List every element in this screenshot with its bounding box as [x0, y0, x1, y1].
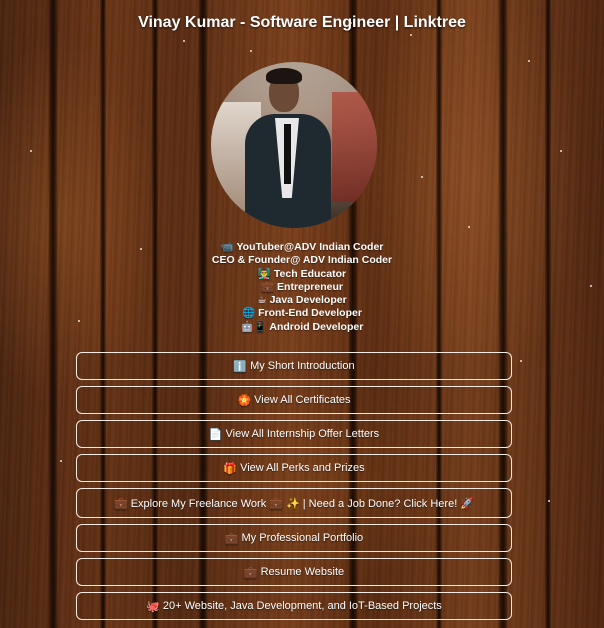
page-title: Vinay Kumar - Software Engineer | Linktr…	[138, 14, 466, 31]
briefcase-icon: 💼	[224, 532, 239, 545]
certificates-link-button[interactable]: 🏵️ View All Certificates	[76, 386, 512, 414]
globe-icon: 🌐	[242, 307, 256, 320]
bio: 📹 YouTuber@ADV Indian Coder CEO & Founde…	[0, 241, 604, 334]
freelance-work-link-button[interactable]: 💼 Explore My Freelance Work 💼 ✨ | Need a…	[76, 488, 512, 518]
briefcase-icon: 💼	[243, 566, 258, 579]
bio-line: 🌐 Front-End Developer	[242, 307, 362, 320]
teacher-icon: 👨‍🏫	[257, 267, 271, 280]
document-icon: 📄	[208, 428, 223, 441]
bio-line: CEO & Founder@ ADV Indian Coder	[211, 254, 393, 267]
portfolio-link-button[interactable]: 💼 My Professional Portfolio	[76, 524, 512, 552]
intro-link-button[interactable]: ℹ️ My Short Introduction	[76, 352, 512, 380]
bio-line: 📹 YouTuber@ADV Indian Coder	[220, 241, 384, 253]
github-icon: 🐙	[146, 600, 160, 613]
bio-line: 👨‍🏫 Tech Educator	[257, 267, 347, 280]
avatar	[211, 62, 377, 228]
offer-letters-link-button[interactable]: 📄 View All Internship Offer Letters	[76, 420, 512, 448]
rosette-icon: 🏵️	[237, 394, 252, 407]
briefcase-icon: 💼	[261, 280, 275, 293]
briefcase-icon: 💼	[113, 497, 128, 510]
bio-line: 🤖📱 Android Developer	[240, 320, 364, 333]
android-phone-icon: 🤖📱	[240, 320, 267, 333]
video-camera-icon: 📹	[220, 241, 234, 253]
projects-link-button[interactable]: 🐙 20+ Website, Java Development, and IoT…	[76, 592, 512, 620]
coffee-icon: ☕	[257, 294, 267, 307]
bio-line: ☕ Java Developer	[257, 294, 347, 307]
gift-icon: 🎁	[223, 462, 238, 475]
info-icon: ℹ️	[233, 360, 248, 373]
bio-line: 💼 Entrepreneur	[261, 280, 343, 293]
resume-website-link-button[interactable]: 💼 Resume Website	[76, 558, 512, 586]
perks-prizes-link-button[interactable]: 🎁 View All Perks and Prizes	[76, 454, 512, 482]
link-list: ℹ️ My Short Introduction 🏵️ View All Cer…	[76, 352, 512, 626]
